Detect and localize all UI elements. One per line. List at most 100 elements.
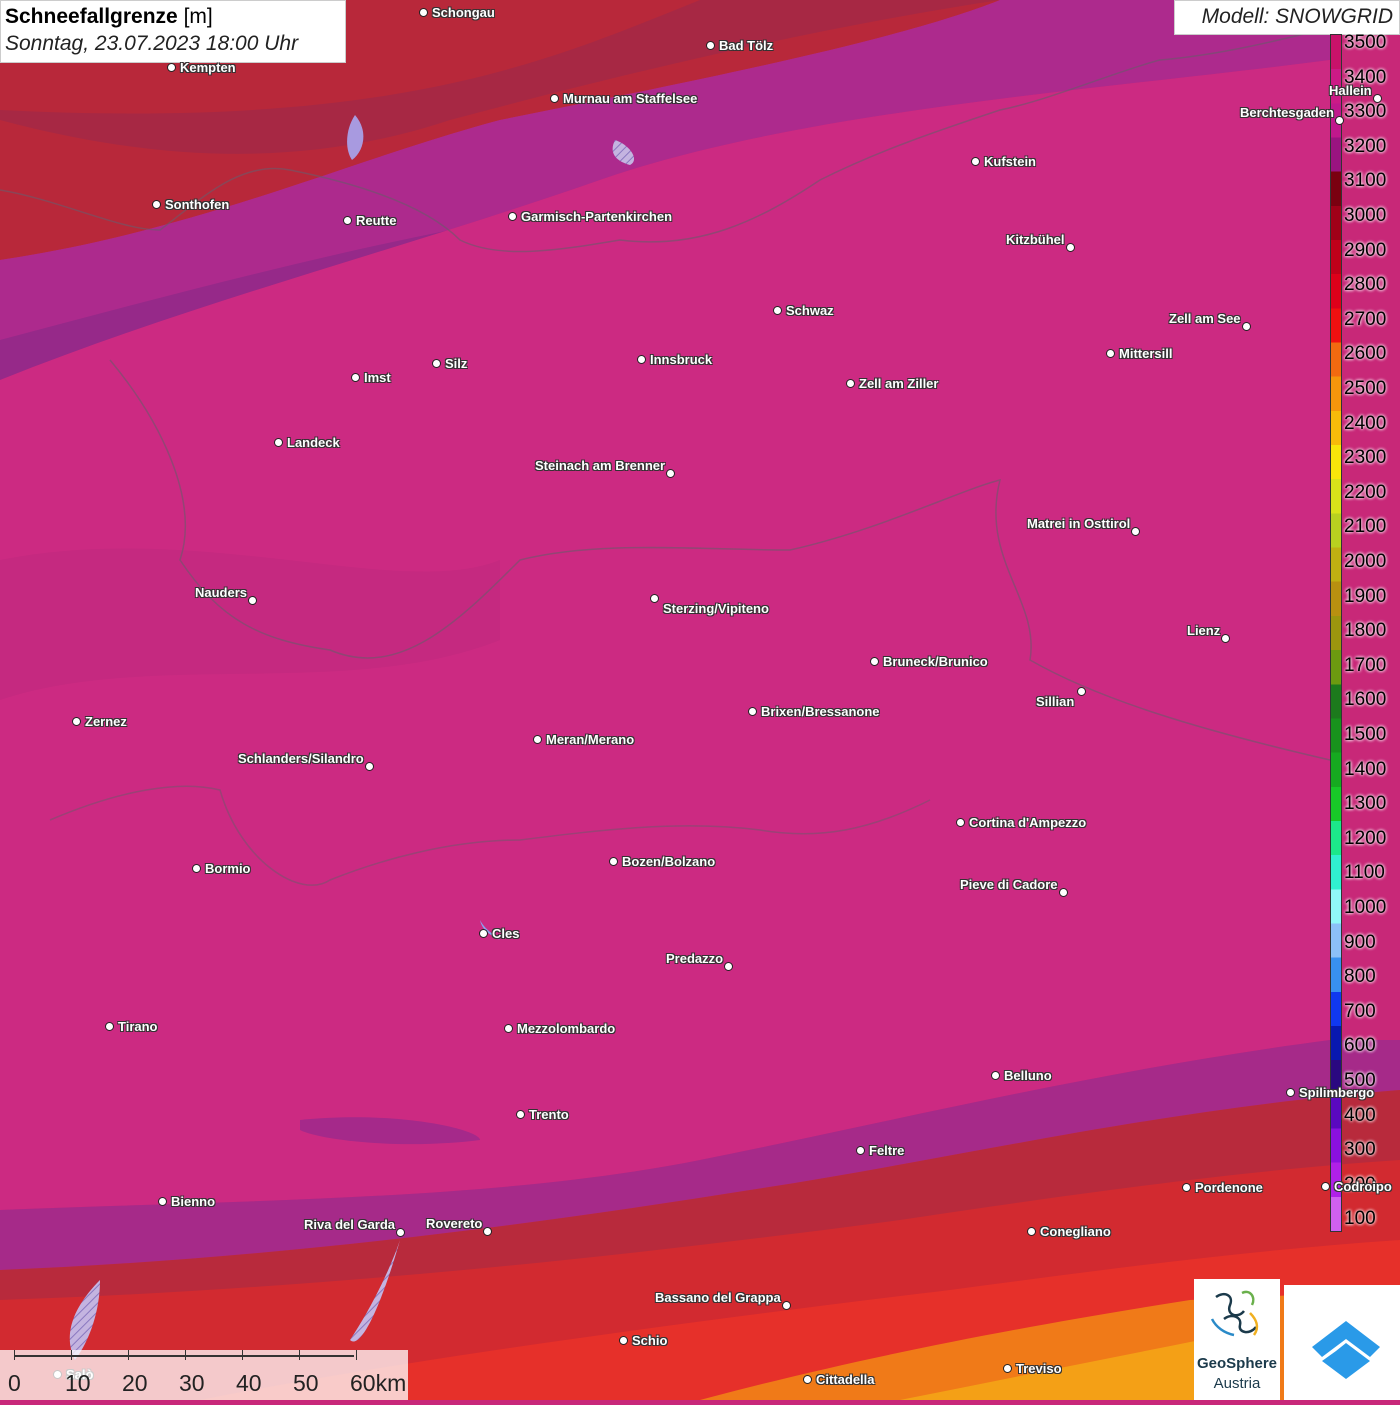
geosphere-emblem-icon — [1210, 1290, 1259, 1337]
city-marker — [609, 857, 618, 866]
city-label: Zell am See — [1169, 311, 1241, 326]
city-marker — [619, 1336, 628, 1345]
city-marker — [419, 8, 428, 17]
city-marker — [650, 594, 659, 603]
city-label: Kitzbühel — [1006, 232, 1065, 247]
legend-label: 2100 — [1344, 516, 1387, 538]
city-label: Tirano — [118, 1019, 158, 1034]
city-label: Trento — [529, 1107, 569, 1122]
scale-tick — [14, 1350, 15, 1360]
city-marker — [343, 216, 352, 225]
city-label: Innsbruck — [650, 352, 713, 367]
city-label: Schongau — [432, 5, 495, 20]
city-marker — [991, 1071, 1000, 1080]
legend-label: 2400 — [1344, 412, 1387, 434]
legend-label: 1900 — [1344, 585, 1387, 607]
city-label: Sterzing/Vipiteno — [663, 601, 769, 616]
legend-label: 1800 — [1344, 620, 1387, 642]
legend-label: 300 — [1344, 1139, 1376, 1161]
geosphere-logo: GeoSphere Austria — [1194, 1279, 1280, 1400]
scale-tick — [299, 1350, 300, 1360]
city-marker — [1106, 349, 1115, 358]
city-marker — [248, 596, 257, 605]
city-marker — [351, 373, 360, 382]
city-label: Pieve di Cadore — [960, 877, 1058, 892]
scale-label: 10 — [65, 1370, 91, 1396]
city-label: Rovereto — [426, 1216, 483, 1231]
city-marker — [1321, 1182, 1330, 1191]
city-label: Sonthofen — [165, 197, 230, 212]
city-marker — [666, 469, 675, 478]
city-marker — [396, 1228, 405, 1237]
map-title: Schneefallgrenze [m] — [5, 5, 213, 28]
legend-color-bar — [1330, 34, 1342, 1232]
city-marker — [1027, 1227, 1036, 1236]
scale-label: 50 — [293, 1370, 319, 1396]
city-label: Predazzo — [666, 951, 724, 966]
scale-tick — [356, 1350, 357, 1360]
city-label: Brixen/Bressanone — [761, 704, 880, 719]
city-marker — [1003, 1364, 1012, 1373]
legend-label: 1500 — [1344, 724, 1387, 745]
city-label: Bozen/Bolzano — [622, 854, 716, 869]
city-label: Codroipo — [1334, 1179, 1392, 1194]
city-label: Spilimbergo — [1299, 1085, 1375, 1100]
city-label: Schio — [632, 1333, 668, 1348]
city-marker — [1286, 1088, 1295, 1097]
city-marker — [1066, 243, 1075, 252]
city-label: Bormio — [205, 861, 251, 876]
model-label: Modell: SNOWGRID — [1174, 0, 1400, 35]
city-marker — [516, 1110, 525, 1119]
city-label: Reutte — [356, 213, 397, 228]
city-marker — [1059, 888, 1068, 897]
city-marker — [1182, 1183, 1191, 1192]
scale-label: 40 — [236, 1370, 262, 1396]
city-marker — [550, 94, 559, 103]
city-marker — [105, 1022, 114, 1031]
scale-tick — [128, 1350, 129, 1360]
legend-label: 2000 — [1344, 551, 1387, 572]
legend-label: 1000 — [1344, 897, 1387, 918]
snow-logo — [1284, 1285, 1400, 1400]
city-marker — [533, 735, 542, 744]
city-label: Zell am Ziller — [859, 376, 939, 391]
color-legend: 3500 3400 3300 3200 3100 3000 2900 2800 2700 2600… — [1328, 32, 1400, 1234]
legend-label: 2600 — [1344, 343, 1387, 365]
legend-label: 2900 — [1344, 239, 1387, 261]
city-marker — [803, 1375, 812, 1384]
city-marker — [365, 762, 374, 771]
city-label: Silz — [445, 356, 468, 371]
legend-label: 900 — [1344, 931, 1376, 953]
city-label: Schwaz — [786, 303, 834, 318]
city-marker — [167, 63, 176, 72]
city-marker — [1221, 634, 1230, 643]
city-label: Kempten — [180, 60, 236, 75]
city-label: Sillian — [1036, 694, 1075, 709]
city-label: Pordenone — [1195, 1180, 1263, 1195]
city-marker — [72, 717, 81, 726]
legend-label: 1100 — [1344, 862, 1385, 884]
city-marker — [504, 1024, 513, 1033]
city-label: Mittersill — [1119, 346, 1173, 361]
legend-label: 1700 — [1344, 654, 1387, 676]
scale-tick — [71, 1350, 72, 1360]
logo-line2: Austria — [1213, 1375, 1261, 1392]
legend-label: 3000 — [1344, 205, 1387, 226]
legend-label: 1400 — [1344, 758, 1387, 780]
city-marker — [1077, 687, 1086, 696]
legend-label: 3300 — [1344, 101, 1387, 123]
snow-roof-icon — [1312, 1321, 1380, 1379]
city-label: Bad Tölz — [719, 38, 774, 53]
city-label: Mezzolombardo — [517, 1021, 616, 1036]
legend-label: 1600 — [1344, 689, 1387, 711]
legend-label: 3200 — [1344, 135, 1387, 157]
city-label: Bruneck/Brunico — [883, 654, 988, 669]
city-marker — [483, 1227, 492, 1236]
legend-label: 1200 — [1344, 827, 1387, 849]
city-marker — [158, 1197, 167, 1206]
logo-line1: GeoSphere — [1196, 1355, 1278, 1372]
legend-label: 2800 — [1344, 274, 1387, 296]
city-marker — [724, 962, 733, 971]
city-label: Landeck — [287, 435, 340, 450]
city-label: Bienno — [171, 1194, 216, 1209]
